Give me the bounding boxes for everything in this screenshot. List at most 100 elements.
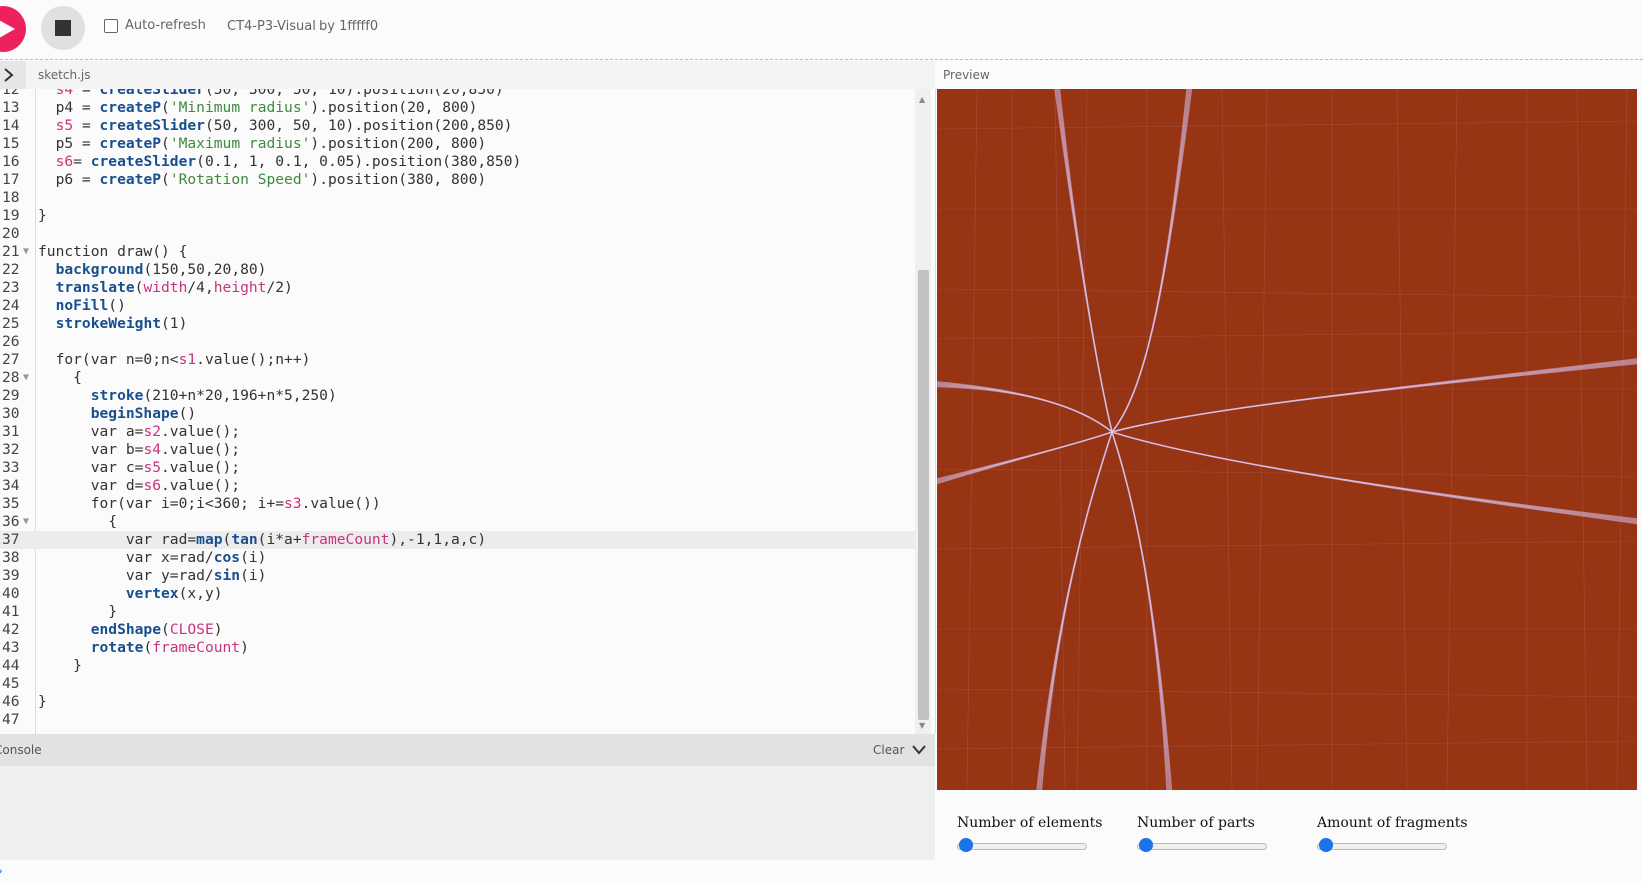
code-line[interactable]: 41 } [0,603,915,621]
code-text: noFill() [55,297,126,314]
fold-arrow-icon[interactable]: ▼ [23,369,29,387]
code-line[interactable]: 46} [0,693,915,711]
preview-header: Preview [943,68,990,82]
code-line[interactable]: 33 var c=s5.value(); [0,459,915,477]
code-text: p6 = createP('Rotation Speed').position(… [38,171,487,188]
code-line[interactable]: 29 stroke(210+n*20,196+n*5,250) [0,387,915,405]
stop-button[interactable] [41,6,85,50]
slider-parts[interactable] [1137,838,1267,852]
expand-sidebar-button[interactable] [0,61,26,89]
code-line[interactable]: 32 var b=s4.value(); [0,441,915,459]
line-number: 14 [2,117,20,134]
play-icon [0,20,15,38]
code-text: } [38,603,118,620]
fold-arrow-icon[interactable]: ▼ [23,243,29,261]
code-line[interactable]: 18 [0,189,915,207]
code-line[interactable]: 31 var a=s2.value(); [0,423,915,441]
code-line[interactable]: 34 var d=s6.value(); [0,477,915,495]
sketch-curve [966,89,978,790]
code-line[interactable]: 14 s5 = createSlider(50, 300, 50, 10).po… [0,117,915,135]
code-line[interactable]: 36 ▼ { [0,513,915,531]
sketch-curve [1111,431,1637,523]
project-name[interactable]: CT4-P3-Visual [227,19,316,34]
editor-scrollbar-thumb[interactable] [918,270,929,720]
code-text: stroke(210+n*20,196+n*5,250) [90,387,337,404]
sketch-controls: Number of elements Number of parts Amoun… [937,790,1643,883]
code-line[interactable]: 12 s4 = createSlider(50, 300, 50, 10).po… [0,89,915,99]
auto-refresh-checkbox[interactable] [104,18,118,33]
code-line[interactable]: 42 endShape(CLOSE) [0,621,915,639]
code-text: var b=s4.value(); [38,441,241,458]
preview-canvas[interactable] [937,89,1637,790]
code-line[interactable]: 24 noFill() [0,297,915,315]
console-clear-button[interactable]: Clear [873,743,904,757]
code-line[interactable]: 45 [0,675,915,693]
slider-knob[interactable] [1319,838,1333,852]
code-line[interactable]: 28 ▼ { [0,369,915,387]
code-line[interactable]: 40 vertex(x,y) [0,585,915,603]
code-line[interactable]: 39 var y=rad/sin(i) [0,567,915,585]
line-number: 28 [2,369,20,386]
code-line[interactable]: 19} [0,207,915,225]
code-line[interactable]: 30 beginShape() [0,405,915,423]
line-number: 41 [2,603,20,620]
code-line[interactable]: 16 s6= createSlider(0.1, 1, 0.1, 0.05).p… [0,153,915,171]
code-text: var rad=map(tan(i*a+frameCount),-1,1,a,c… [38,531,487,548]
code-line[interactable]: 25 strokeWeight(1) [0,315,915,333]
scroll-down-icon[interactable]: ▼ [919,721,925,730]
sketch-curve [1037,431,1113,790]
line-number: 33 [2,459,20,476]
sketch-curve [937,330,1637,340]
code-line[interactable]: 38 var x=rad/cos(i) [0,549,915,567]
sketch-curve [1057,89,1113,433]
code-line[interactable]: 47 [0,711,915,729]
slider-knob[interactable] [1139,838,1153,852]
code-text: var c=s5.value(); [38,459,241,476]
code-text: s4 = createSlider(50, 300, 50, 10).posit… [55,89,504,98]
console-input[interactable]: › [0,860,935,883]
code-line[interactable]: 17 p6 = createP('Rotation Speed').positi… [0,171,915,189]
line-number: 20 [2,225,20,242]
code-text: } [38,207,47,224]
fold-arrow-icon[interactable]: ▼ [23,513,29,531]
sketch-curve [1111,362,1637,433]
project-author[interactable]: by 1fffff0 [319,19,378,34]
code-line[interactable]: 15 p5 = createP('Maximum radius').positi… [0,135,915,153]
code-line[interactable]: 13 p4 = createP('Minimum radius').positi… [0,99,915,117]
code-lines[interactable]: 12 s4 = createSlider(50, 300, 50, 10).po… [0,89,915,729]
line-number: 23 [2,279,20,296]
code-line[interactable]: 23 translate(width/4,height/2) [0,279,915,297]
code-line[interactable]: 20 [0,225,915,243]
sketch-curve [937,288,1637,298]
slider-knob[interactable] [959,838,973,852]
line-number: 29 [2,387,20,404]
code-text: var d=s6.value(); [38,477,241,494]
code-line[interactable]: 37 var rad=map(tan(i*a+frameCount),-1,1,… [0,531,915,549]
line-number: 22 [2,261,20,278]
code-line[interactable]: 44 } [0,657,915,675]
code-line[interactable]: 27 for(var n=0;n<s1.value();n++) [0,351,915,369]
code-line[interactable]: 26 [0,333,915,351]
code-line[interactable]: 43 rotate(frameCount) [0,639,915,657]
code-line[interactable]: 35 for(var i=0;i<360; i+=s3.value()) [0,495,915,513]
line-number: 47 [2,711,20,728]
sketch-curve [1576,89,1588,790]
sketch-curve [1616,89,1628,790]
chevron-down-icon[interactable] [912,745,926,755]
auto-refresh-toggle[interactable]: Auto-refresh [104,18,206,33]
code-line[interactable]: 21 ▼ function draw() { [0,243,915,261]
sketch-curve [1111,361,1637,433]
line-number: 25 [2,315,20,332]
scroll-up-icon[interactable]: ▲ [919,95,925,104]
file-tab-sketch[interactable]: sketch.js [38,68,90,82]
code-editor[interactable]: 12 s4 = createSlider(50, 300, 50, 10).po… [0,89,936,734]
slider-fragments[interactable] [1317,838,1447,852]
console-label: Console [0,743,42,757]
sketch-curve [1111,89,1191,433]
play-button[interactable] [0,6,26,52]
chevron-right-icon [4,68,14,82]
slider-elements[interactable] [957,838,1087,852]
code-text: for(var i=0;i<360; i+=s3.value()) [38,495,381,512]
code-line[interactable]: 22 background(150,50,20,80) [0,261,915,279]
line-number: 44 [2,657,20,674]
